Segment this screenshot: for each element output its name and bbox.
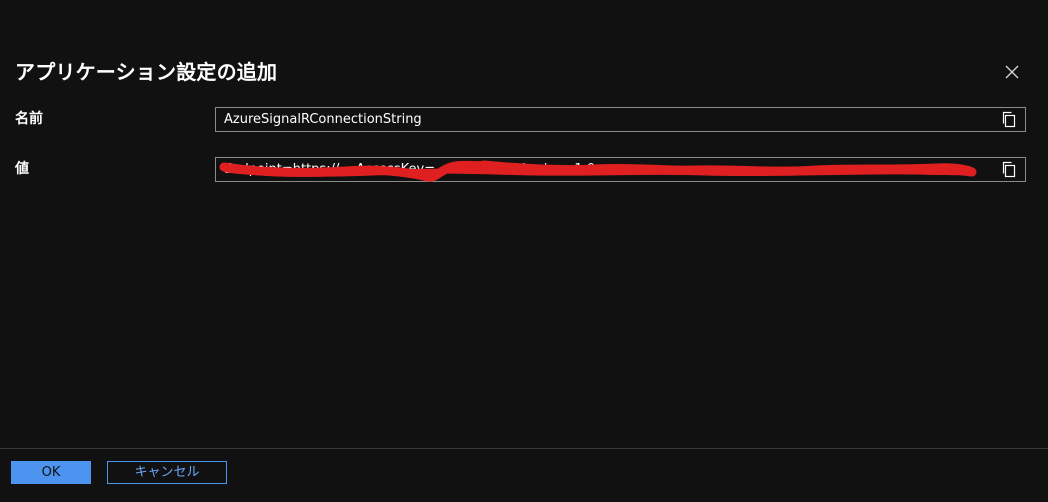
copy-icon: [1002, 111, 1016, 128]
value-label: 値: [15, 161, 29, 177]
copy-name-button[interactable]: [1001, 111, 1017, 128]
ok-button[interactable]: OK: [11, 461, 91, 484]
value-input[interactable]: Endpoint=https://...;AccessKey=...Dfde%4…: [224, 158, 989, 181]
app-setting-dialog: アプリケーション設定の追加 名前 AzureSignalRConnectionS…: [0, 0, 1048, 502]
close-icon: [1005, 65, 1019, 79]
name-field[interactable]: AzureSignalRConnectionString: [215, 107, 1026, 132]
footer-divider: [0, 448, 1048, 449]
copy-value-button[interactable]: [1001, 161, 1017, 178]
value-field[interactable]: Endpoint=https://...;AccessKey=...Dfde%4…: [215, 157, 1026, 182]
name-input[interactable]: AzureSignalRConnectionString: [224, 108, 989, 131]
cancel-button[interactable]: キャンセル: [107, 461, 227, 484]
copy-icon: [1002, 161, 1016, 178]
name-label: 名前: [15, 111, 43, 127]
close-button[interactable]: [1001, 61, 1023, 83]
dialog-title: アプリケーション設定の追加: [15, 60, 278, 84]
